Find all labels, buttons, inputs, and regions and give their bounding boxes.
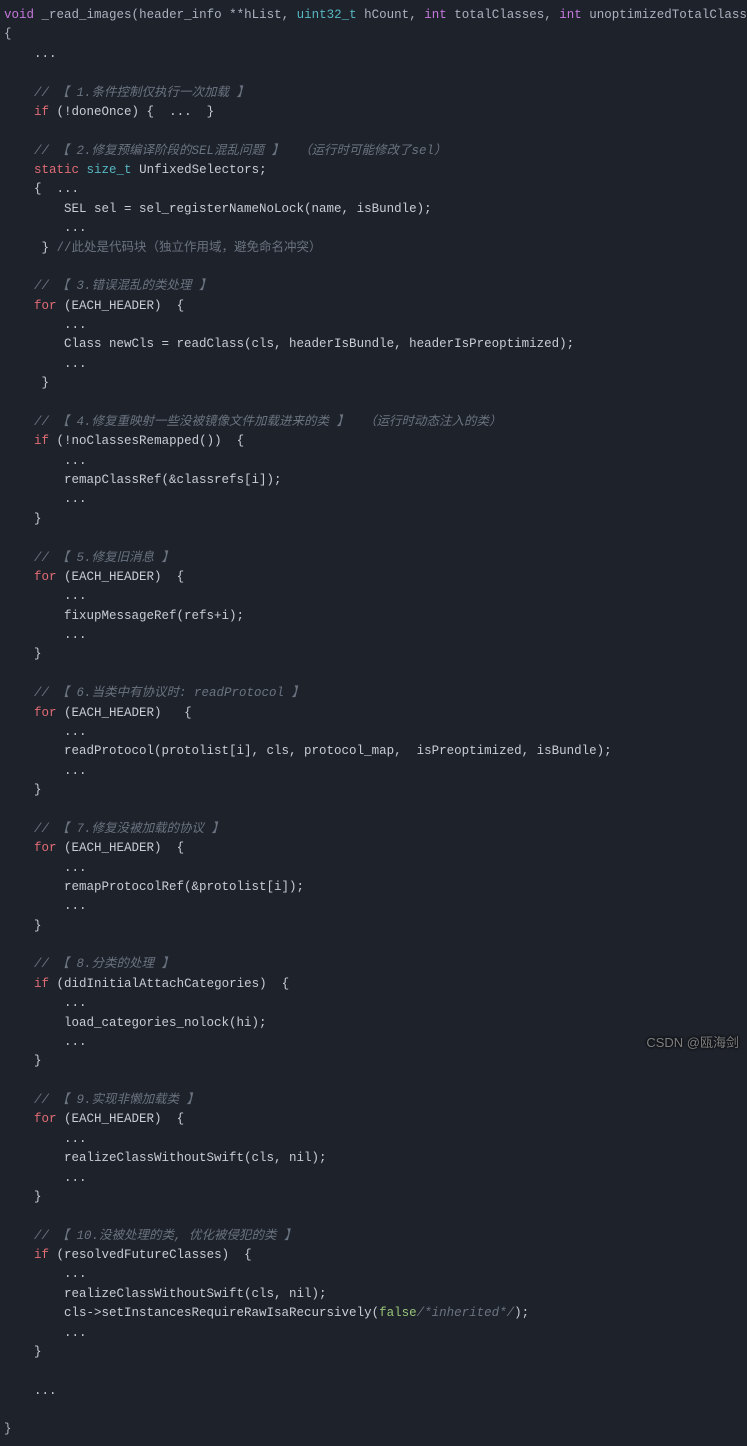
comment-8: // 【 8.分类的处理 】 xyxy=(34,957,174,971)
comment-7: // 【 7.修复没被加载的协议 】 xyxy=(34,822,224,836)
return-type: void xyxy=(4,8,34,22)
comment-4: // 【 4.修复重映射一些没被镜像文件加载进来的类 】 xyxy=(34,415,349,429)
comment-2: // 【 2.修复预编译阶段的SEL混乱问题 】 xyxy=(34,144,284,158)
comment-9: // 【 9.实现非懒加载类 】 xyxy=(34,1093,199,1107)
comment-6: // 【 6.当类中有协议时: xyxy=(34,686,194,700)
comment-10: // 【 10.没被处理的类, 优化被侵犯的类 】 xyxy=(34,1229,297,1243)
comment-5: // 【 5.修复旧消息 】 xyxy=(34,551,174,565)
watermark: CSDN @瓯海剑 xyxy=(646,1033,739,1053)
comment-3: // 【 3.错误混乱的类处理 】 xyxy=(34,279,212,293)
code-block: void _read_images(header_info **hList, u… xyxy=(0,0,747,1446)
function-name: _read_images xyxy=(42,8,132,22)
comment-1: // 【 1.条件控制仅执行一次加载 】 xyxy=(34,86,249,100)
